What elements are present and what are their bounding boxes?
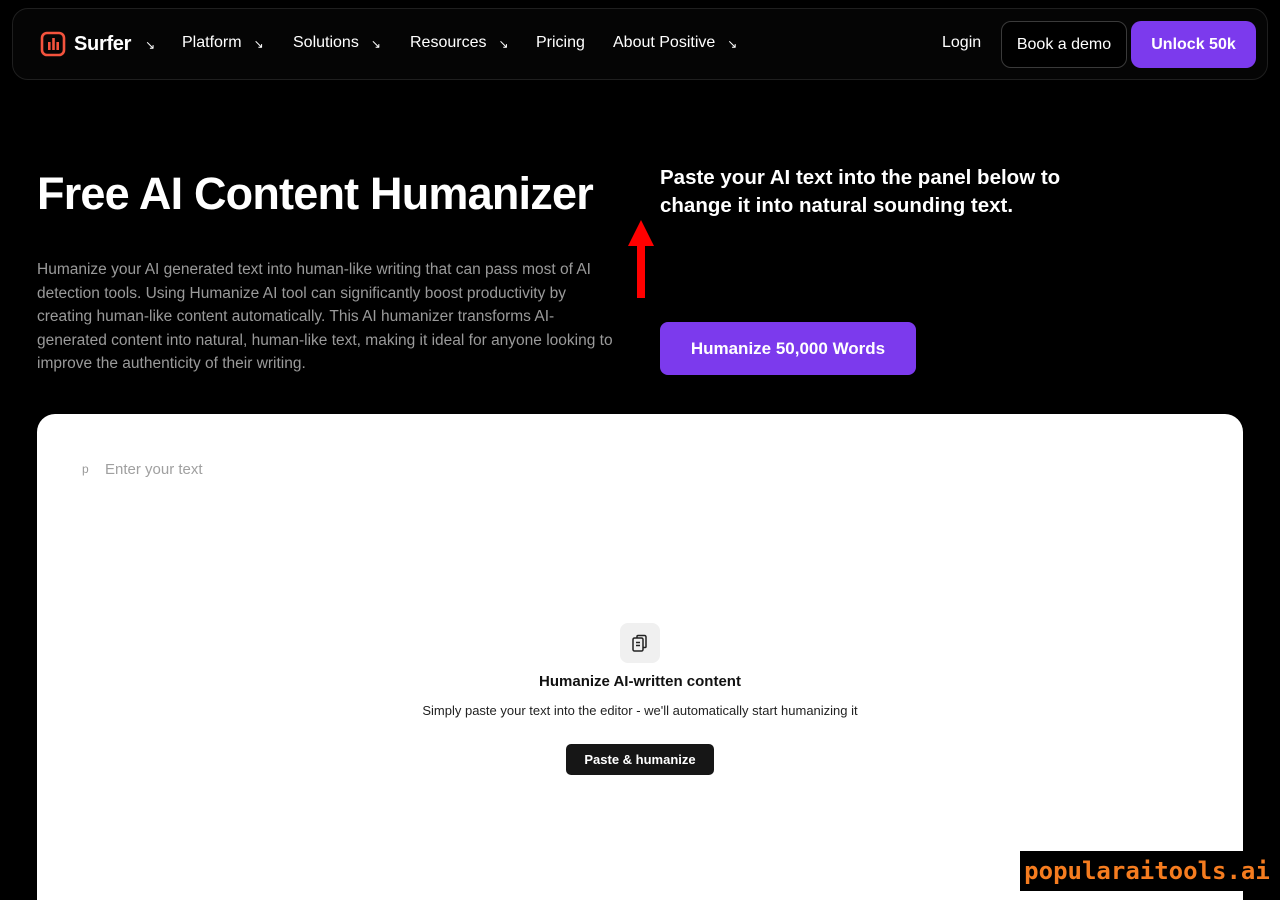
red-up-arrow-annotation-icon [628, 220, 654, 298]
nav-item-solutions[interactable]: Solutions ↘ [293, 34, 381, 52]
nav-item-label: Resources [410, 34, 487, 51]
arrow-down-right-icon: ↘ [145, 38, 156, 52]
empty-state-title: Humanize AI-written content [539, 673, 741, 690]
clipboard-icon [620, 623, 660, 663]
nav-item-label: Pricing [536, 34, 585, 51]
watermark: popularaitools.ai [1020, 851, 1274, 891]
top-navigation-bar: Surfer ↘ Platform ↘ Solutions ↘ Resource… [12, 8, 1268, 80]
book-demo-button[interactable]: Book a demo [1001, 21, 1127, 68]
nav-item-label: About Positive [613, 34, 716, 51]
nav-item-platform[interactable]: Platform ↘ [182, 34, 264, 52]
arrow-down-right-icon: ↘ [370, 37, 381, 51]
nav-item-pricing[interactable]: Pricing [536, 34, 585, 52]
humanize-words-button[interactable]: Humanize 50,000 Words [660, 322, 916, 375]
nav-item-label: Solutions [293, 34, 359, 51]
nav-item-resources[interactable]: Resources ↘ [410, 34, 509, 52]
nav-item-label: Platform [182, 34, 242, 51]
surfer-logo[interactable]: Surfer ↘ [40, 31, 155, 57]
editor-text-input[interactable] [105, 458, 705, 480]
unlock-50k-button[interactable]: Unlock 50k [1131, 21, 1256, 68]
paste-and-humanize-button[interactable]: Paste & humanize [566, 744, 714, 775]
arrow-down-right-icon: ↘ [253, 37, 264, 51]
arrow-down-right-icon: ↘ [727, 37, 738, 51]
surfer-logo-icon [40, 31, 66, 57]
paragraph-marker: p [82, 462, 89, 476]
hero-instruction-text: Paste your AI text into the panel below … [660, 166, 1061, 217]
editor-panel: p Humanize AI-written content Simply pas… [37, 414, 1243, 900]
page-title: Free AI Content Humanizer [37, 168, 594, 219]
login-link[interactable]: Login [942, 34, 981, 52]
hero-description: Humanize your AI generated text into hum… [37, 261, 613, 372]
logo-text: Surfer [74, 32, 132, 55]
nav-item-about-positive[interactable]: About Positive ↘ [613, 34, 737, 52]
arrow-down-right-icon: ↘ [498, 37, 509, 51]
empty-state-description: Simply paste your text into the editor -… [422, 703, 858, 718]
